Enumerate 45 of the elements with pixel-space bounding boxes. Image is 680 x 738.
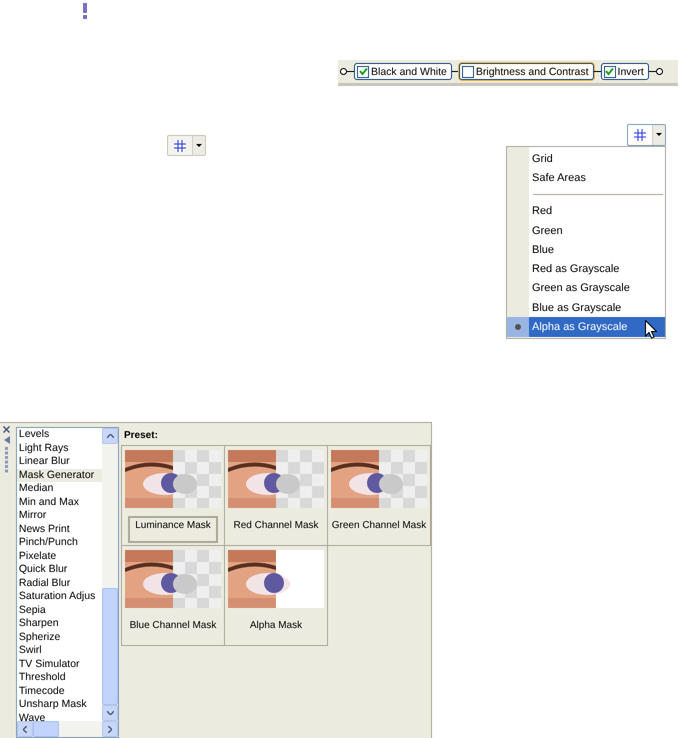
preset-tile[interactable]: Green Channel Mask (328, 446, 431, 546)
menu-item[interactable]: Red (507, 202, 665, 221)
effect-list-item[interactable]: Pixelate (16, 550, 102, 563)
effect-list-item[interactable]: Levels (16, 428, 102, 442)
effect-list-item[interactable]: Min and Max (16, 496, 102, 509)
effect-list-item[interactable]: Median (16, 482, 102, 496)
preset-name: Blue Channel Mask (128, 619, 218, 633)
effect-list-item[interactable]: Sharpen (16, 617, 102, 630)
effect-list-item[interactable]: TV Simulator (16, 658, 102, 671)
menu-item[interactable]: Blue (507, 240, 665, 260)
menu-item[interactable]: Safe Areas (507, 168, 665, 188)
effect-list-item[interactable]: Timecode (16, 684, 102, 698)
preset-tile[interactable]: Blue Channel Mask (122, 546, 225, 646)
menu-item[interactable]: Green (507, 220, 665, 240)
preset-tile[interactable]: Red Channel Mask (225, 446, 328, 546)
effect-list-item[interactable]: Mirror (16, 509, 102, 522)
effect-list-item[interactable]: Swirl (16, 644, 102, 658)
menu-item[interactable]: Blue as Grayscale (507, 298, 665, 318)
effect-chip[interactable]: Brightness and Contrast (458, 63, 594, 80)
effect-list-item[interactable]: Pinch/Punch (16, 536, 102, 550)
effect-chip[interactable]: Black and White (354, 63, 452, 80)
preset-name: Alpha Mask (248, 619, 304, 633)
effect-list-item[interactable]: News Print (16, 522, 102, 536)
preset-name: Luminance Mask (128, 516, 218, 543)
effect-list-item[interactable]: Wave (16, 712, 102, 721)
effect-list-item[interactable]: Radial Blur (16, 576, 102, 590)
effect-list-item[interactable]: Light Rays (16, 442, 102, 455)
effect-list-item[interactable]: Spherize (16, 630, 102, 644)
preset-name: Green Channel Mask (330, 519, 428, 533)
preset-tile[interactable]: Alpha Mask (225, 546, 328, 646)
effect-list-item[interactable]: Saturation Adjus (16, 590, 102, 604)
menu-item[interactable]: Alpha as Grayscale (507, 317, 665, 337)
menu-item[interactable]: Red as Grayscale (507, 259, 665, 279)
menu-item[interactable]: Grid (507, 149, 665, 168)
effect-list-item[interactable]: Threshold (16, 671, 102, 684)
preset-name: Red Channel Mask (232, 519, 320, 533)
effect-list-item[interactable]: Linear Blur (16, 455, 102, 468)
effect-list-item[interactable]: Mask Generator (16, 468, 102, 482)
effect-list-item[interactable]: Quick Blur (16, 563, 102, 576)
effect-list-item[interactable]: Unsharp Mask (16, 698, 102, 712)
effect-list-item[interactable]: Sepia (16, 604, 102, 617)
menu-item[interactable]: Green as Grayscale (507, 278, 665, 298)
preset-label: Preset: (123, 429, 159, 443)
preset-tile[interactable]: Luminance Mask (122, 446, 225, 546)
effect-chip[interactable]: Invert (600, 63, 649, 80)
